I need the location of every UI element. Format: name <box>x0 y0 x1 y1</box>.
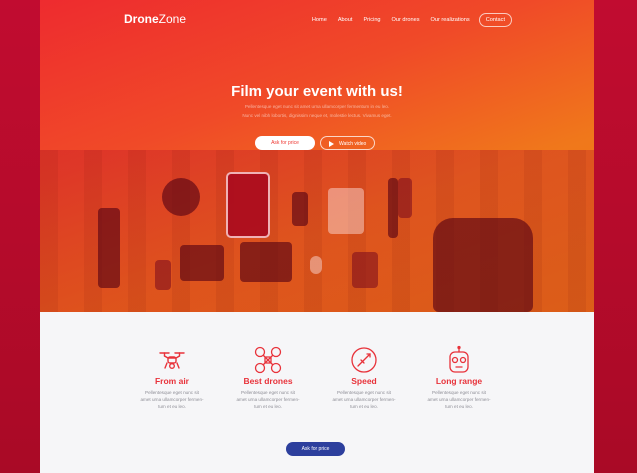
nav-pricing[interactable]: Pricing <box>363 17 380 23</box>
camera-shape <box>180 245 224 281</box>
feature-text-line: amet urna ullamcorper fermen- <box>236 397 300 402</box>
mouse-shape <box>310 256 322 274</box>
headphones-shape <box>162 178 200 216</box>
right-backdrop <box>594 0 637 473</box>
backpack-shape <box>433 218 533 312</box>
page: DroneZone Home About Pricing Our drones … <box>40 0 594 473</box>
feature-long-range: Long range Pellentesque eget nunc sit am… <box>414 345 504 410</box>
brand-logo[interactable]: DroneZone <box>124 12 186 26</box>
speed-icon <box>351 347 377 373</box>
gimbal-shape <box>398 178 412 218</box>
accessory-shape <box>352 252 378 288</box>
drone-icon <box>159 352 185 370</box>
ask-for-price-bottom-button[interactable]: Ask for price <box>286 442 345 456</box>
feature-text-line: tum et eu leo. <box>350 404 378 409</box>
feature-title: Long range <box>435 376 483 386</box>
feature-text-line: tum et eu leo. <box>254 404 282 409</box>
brand-bold: Drone <box>124 12 159 26</box>
hero-photo <box>40 150 594 312</box>
feature-title: Speed <box>351 376 377 386</box>
nav-home[interactable]: Home <box>312 17 327 23</box>
feature-text-line: amet urna ullamcorper fermen- <box>140 397 204 402</box>
drone-controller-shape <box>328 188 364 234</box>
feature-text-line: Pellentesque eget nunc sit <box>241 390 295 395</box>
phone-shape <box>292 192 308 226</box>
nav-our-drones[interactable]: Our drones <box>392 17 420 23</box>
lens-shape <box>240 242 292 282</box>
brand-light: Zone <box>158 12 187 26</box>
nav-about[interactable]: About <box>338 17 353 23</box>
feature-text-line: amet urna ullamcorper fermen- <box>427 397 491 402</box>
feature-text-line: tum et eu leo. <box>445 404 473 409</box>
feature-best-drones: Best drones Pellentesque eget nunc sit a… <box>223 345 313 410</box>
small-item-shape <box>155 260 171 290</box>
feature-text-line: Pellentesque eget nunc sit <box>145 390 199 395</box>
controller-icon <box>449 345 469 373</box>
tripod-shape <box>98 208 120 288</box>
ask-for-price-button[interactable]: Ask for price <box>255 136 315 150</box>
feature-title: Best drones <box>243 376 293 386</box>
feature-title: From air <box>154 376 189 386</box>
quadcopter-icon <box>254 346 282 374</box>
watch-video-button[interactable]: Watch video <box>320 136 375 150</box>
feature-from-air: From air Pellentesque eget nunc sit amet… <box>127 345 217 410</box>
battery-shape <box>388 178 398 238</box>
main-nav: Home About Pricing Our drones Our realiz… <box>301 13 512 27</box>
nav-our-realizations[interactable]: Our realizations <box>431 17 470 23</box>
hero-subtitle-1: Pellentesque eget nunc sit amet urna ull… <box>244 104 390 109</box>
left-backdrop <box>0 0 40 473</box>
feature-text-line: Pellentesque eget nunc sit <box>337 390 391 395</box>
hero-title: Film your event with us! <box>231 83 403 100</box>
tablet-shape <box>226 172 270 238</box>
feature-text-line: tum et eu leo. <box>158 404 186 409</box>
feature-speed: Speed Pellentesque eget nunc sit amet ur… <box>319 345 409 410</box>
play-icon <box>329 141 334 147</box>
feature-text-line: amet urna ullamcorper fermen- <box>332 397 396 402</box>
feature-text-line: Pellentesque eget nunc sit <box>432 390 486 395</box>
watch-video-label: Watch video <box>339 141 367 147</box>
hero-section: DroneZone Home About Pricing Our drones … <box>40 0 594 312</box>
hero-subtitle-2: Nunc vel nibh lobortis, dignissim neque … <box>242 113 392 118</box>
nav-contact[interactable]: Contact <box>478 13 512 27</box>
